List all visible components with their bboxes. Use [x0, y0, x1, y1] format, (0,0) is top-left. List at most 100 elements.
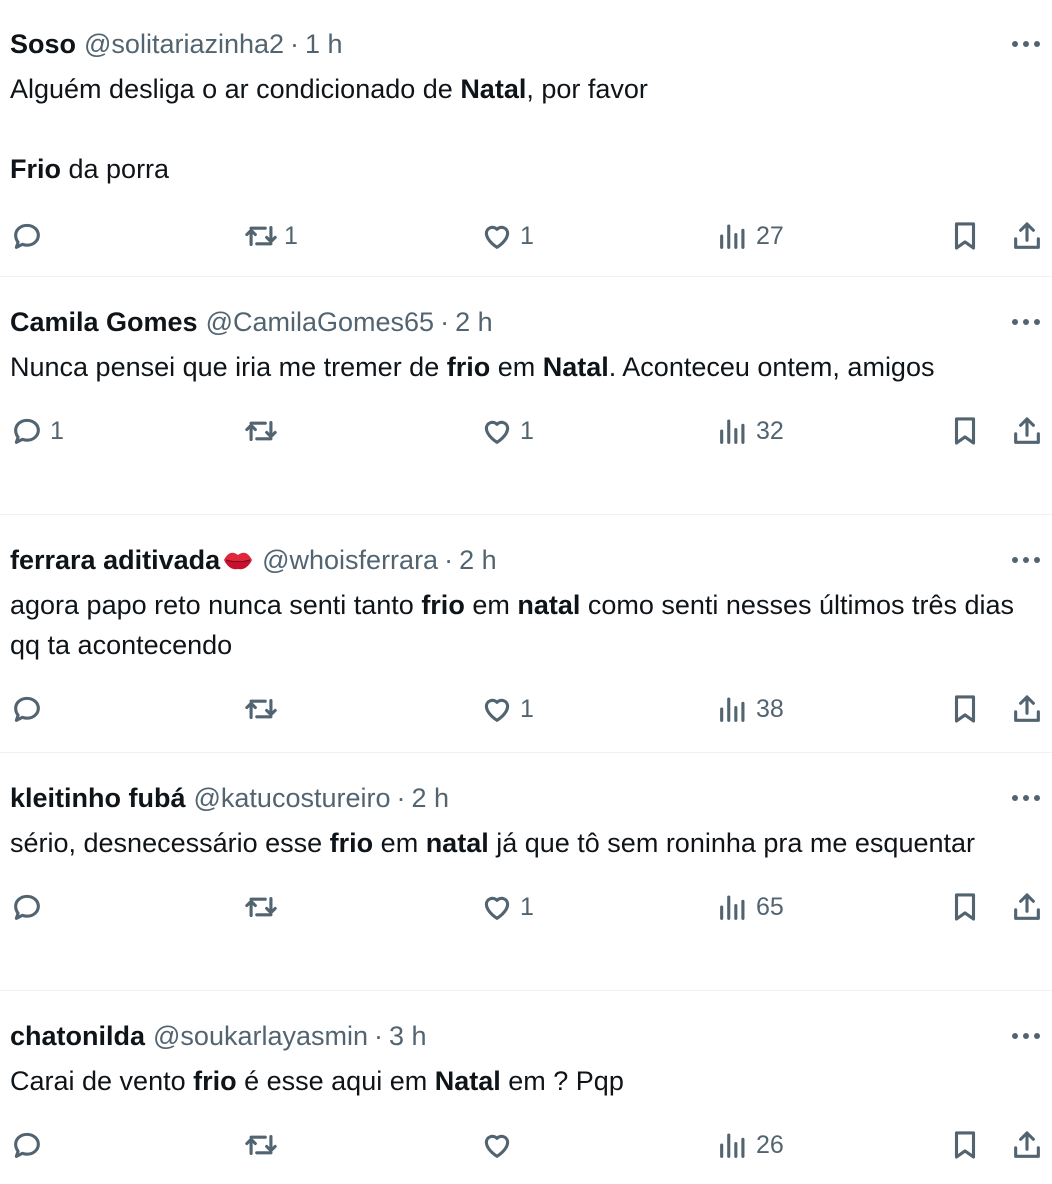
tweet-text: Carai de vento frio é esse aqui em Natal… — [10, 1061, 1052, 1101]
retweet-icon — [245, 420, 277, 442]
like-count: 1 — [520, 416, 534, 445]
separator-dot: · — [444, 545, 454, 575]
heart-icon — [484, 420, 510, 444]
views-button[interactable]: 32 — [716, 411, 784, 451]
tweet-actions: 1 1 27 — [10, 216, 1052, 256]
text-run: é esse aqui em — [236, 1066, 435, 1096]
bookmark-button[interactable] — [948, 689, 982, 729]
author-handle[interactable]: @soukarlayasmin — [153, 1022, 368, 1050]
retweet-icon — [245, 1134, 277, 1156]
author-name[interactable]: Soso — [10, 30, 76, 58]
views-chart-icon — [720, 1133, 745, 1158]
tweet[interactable]: Soso @solitariazinha2 · 1 h Alguém desli… — [0, 0, 1052, 277]
retweet-count: 1 — [284, 221, 298, 250]
reply-icon — [14, 894, 40, 920]
views-count: 32 — [756, 416, 784, 445]
retweet-button[interactable] — [244, 1125, 284, 1165]
highlighted-keyword: frio — [329, 828, 374, 858]
more-options-icon[interactable] — [1010, 546, 1042, 574]
share-icon — [1014, 222, 1040, 249]
author-handle[interactable]: @whoisferrara — [262, 546, 438, 574]
reply-button[interactable] — [10, 1125, 50, 1165]
highlighted-keyword: natal — [517, 590, 581, 620]
bookmark-button[interactable] — [948, 411, 982, 451]
bookmark-button[interactable] — [948, 887, 982, 927]
like-button[interactable] — [480, 1125, 520, 1165]
share-icon — [1014, 417, 1040, 444]
tweet[interactable]: ferrara aditivada @whoisferrara · 2 h ag… — [0, 515, 1052, 753]
tweet-time[interactable]: 2 h — [412, 784, 450, 812]
views-button[interactable]: 27 — [716, 216, 784, 256]
views-button[interactable]: 65 — [716, 887, 784, 927]
reply-icon — [14, 696, 40, 722]
views-chart-icon — [720, 697, 745, 722]
retweet-button[interactable] — [244, 689, 284, 729]
reply-icon — [14, 418, 40, 444]
bookmark-icon — [954, 695, 976, 723]
text-run: Alguém desliga o ar condicionado de — [10, 74, 461, 104]
reply-button[interactable] — [10, 689, 50, 729]
reply-button[interactable] — [10, 887, 50, 927]
author-name[interactable]: kleitinho fubá — [10, 784, 186, 812]
tweet[interactable]: Camila Gomes @CamilaGomes65 · 2 h Nunca … — [0, 277, 1052, 515]
like-button[interactable]: 1 — [480, 689, 534, 729]
highlighted-keyword: natal — [425, 828, 489, 858]
views-chart-icon — [720, 224, 745, 249]
views-count: 38 — [756, 694, 784, 723]
author-name[interactable]: ferrara aditivada — [10, 546, 220, 574]
more-options-icon[interactable] — [1010, 784, 1042, 812]
share-button[interactable] — [1010, 689, 1044, 729]
reply-button[interactable]: 1 — [10, 411, 64, 451]
text-run: . Aconteceu ontem, amigos — [608, 352, 935, 382]
text-run: sério, desnecessário esse — [10, 828, 330, 858]
reply-button[interactable] — [10, 216, 50, 256]
tweet-actions: 1 65 — [10, 887, 1052, 927]
bookmark-button[interactable] — [948, 216, 982, 256]
tweet-text: sério, desnecessário esse frio em natal … — [10, 823, 1052, 863]
tweet-actions: 1 1 32 — [10, 411, 1052, 451]
views-button[interactable]: 38 — [716, 689, 784, 729]
more-options-icon[interactable] — [1010, 1022, 1042, 1050]
like-count: 1 — [520, 221, 534, 250]
retweet-button[interactable] — [244, 411, 284, 451]
like-button[interactable]: 1 — [480, 216, 534, 256]
views-count: 26 — [756, 1130, 784, 1159]
tweet-time[interactable]: 1 h — [305, 30, 343, 58]
more-options-icon[interactable] — [1010, 30, 1042, 58]
more-options-icon[interactable] — [1010, 308, 1042, 336]
like-count: 1 — [520, 892, 534, 921]
share-button[interactable] — [1010, 411, 1044, 451]
like-button[interactable]: 1 — [480, 887, 534, 927]
text-run: em — [490, 352, 543, 382]
highlighted-keyword: Frio — [10, 154, 61, 184]
retweet-icon — [245, 698, 277, 720]
tweet-header: Soso @solitariazinha2 · 1 h — [10, 30, 1052, 58]
tweet-time[interactable]: 2 h — [459, 546, 497, 574]
retweet-button[interactable] — [244, 887, 284, 927]
tweet[interactable]: chatonilda @soukarlayasmin · 3 h Carai d… — [0, 991, 1052, 1184]
author-handle[interactable]: @katucostureiro — [194, 784, 391, 812]
share-button[interactable] — [1010, 216, 1044, 256]
like-button[interactable]: 1 — [480, 411, 534, 451]
tweet-time[interactable]: 2 h — [455, 308, 493, 336]
tweet-header: Camila Gomes @CamilaGomes65 · 2 h — [10, 308, 1052, 336]
author-name[interactable]: Camila Gomes — [10, 308, 198, 336]
share-icon — [1014, 893, 1040, 920]
tweet[interactable]: kleitinho fubá @katucostureiro · 2 h sér… — [0, 753, 1052, 991]
share-button[interactable] — [1010, 1125, 1044, 1165]
highlighted-keyword: Natal — [542, 352, 609, 382]
separator-dot: · — [374, 1021, 384, 1051]
text-run: Carai de vento — [10, 1066, 194, 1096]
bookmark-button[interactable] — [948, 1125, 982, 1165]
author-handle[interactable]: @CamilaGomes65 — [206, 308, 435, 336]
tweet-header: kleitinho fubá @katucostureiro · 2 h — [10, 784, 1052, 812]
text-run: agora papo reto nunca senti tanto — [10, 590, 422, 620]
tweet-time[interactable]: 3 h — [389, 1022, 427, 1050]
bookmark-icon — [954, 1131, 976, 1159]
retweet-button[interactable]: 1 — [244, 216, 298, 256]
kiss-mark-emoji — [224, 552, 253, 570]
author-handle[interactable]: @solitariazinha2 — [84, 30, 284, 58]
author-name[interactable]: chatonilda — [10, 1022, 145, 1050]
share-button[interactable] — [1010, 887, 1044, 927]
views-button[interactable]: 26 — [716, 1125, 784, 1165]
